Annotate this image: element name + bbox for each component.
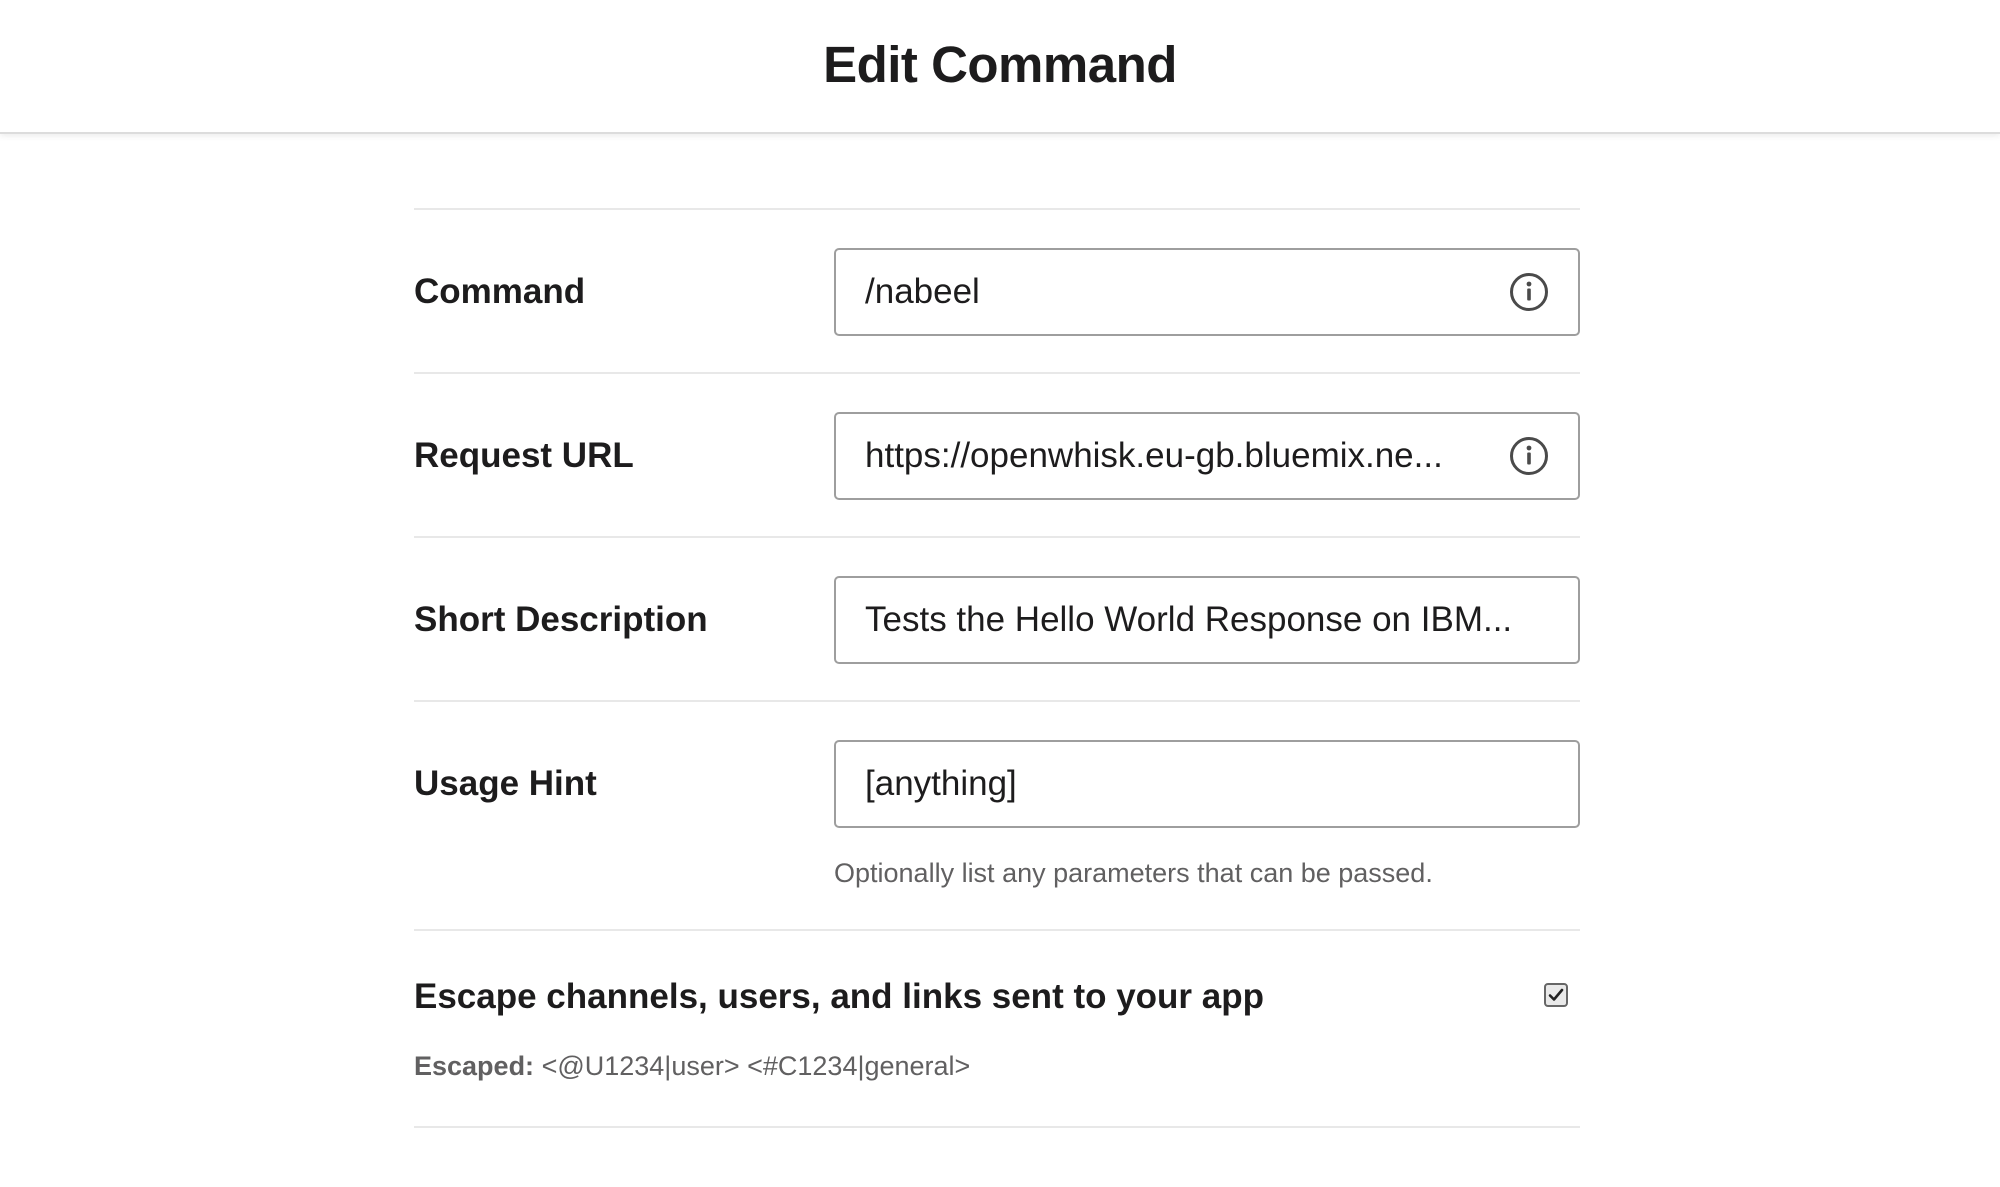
short-description-label: Short Description	[414, 600, 708, 639]
command-input[interactable]: /nabeel	[834, 248, 1580, 336]
page-header: Edit Command	[0, 0, 2000, 134]
info-icon[interactable]	[1508, 271, 1550, 313]
command-label: Command	[414, 272, 586, 311]
short-description-input-value: Tests the Hello World Response on IBM...	[865, 600, 1513, 639]
checkmark-icon	[1548, 988, 1564, 1001]
escape-label: Escape channels, users, and links sent t…	[414, 977, 1264, 1016]
short-description-input[interactable]: Tests the Hello World Response on IBM...	[834, 576, 1580, 664]
request-url-input[interactable]: https://openwhisk.eu-gb.bluemix.ne...	[834, 412, 1580, 500]
usage-hint-row: Usage Hint [anything] Optionally list an…	[414, 702, 1580, 929]
info-icon[interactable]	[1508, 435, 1550, 477]
usage-hint-input[interactable]: [anything]	[834, 740, 1580, 828]
escape-checkbox[interactable]	[1544, 983, 1568, 1007]
short-description-row: Short Description Tests the Hello World …	[414, 538, 1580, 700]
command-input-value: /nabeel	[865, 272, 980, 311]
command-row: Command /nabeel	[414, 210, 1580, 372]
divider	[414, 1126, 1580, 1128]
usage-hint-input-value: [anything]	[865, 764, 1017, 803]
usage-hint-helper-text: Optionally list any parameters that can …	[834, 858, 1433, 888]
request-url-row: Request URL https://openwhisk.eu-gb.blue…	[414, 374, 1580, 536]
request-url-label: Request URL	[414, 436, 634, 475]
escaped-value: <@U1234|user> <#C1234|general>	[534, 1051, 971, 1081]
usage-hint-label: Usage Hint	[414, 764, 597, 803]
edit-command-form: Command /nabeel Request URL https://open…	[414, 208, 1580, 1128]
request-url-input-value: https://openwhisk.eu-gb.bluemix.ne...	[865, 436, 1443, 475]
escaped-key: Escaped:	[414, 1051, 535, 1081]
escape-row: Escape channels, users, and links sent t…	[414, 931, 1580, 1126]
escaped-example: Escaped: <@U1234|user> <#C1234|general>	[414, 1051, 1580, 1082]
page-title: Edit Command	[823, 35, 1177, 93]
